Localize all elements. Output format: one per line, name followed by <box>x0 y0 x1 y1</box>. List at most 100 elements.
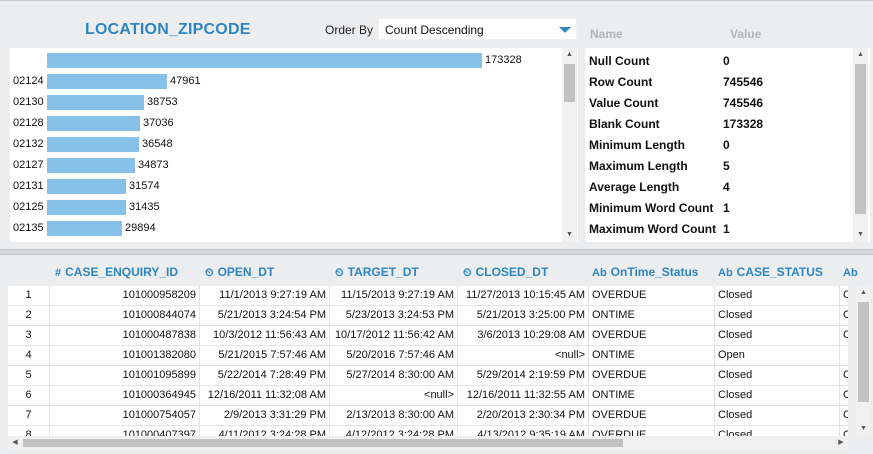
stat-value: 4 <box>723 180 730 194</box>
table-cell-status: Open <box>715 346 840 366</box>
table-cell-target: 5/20/2016 7:57:46 AM <box>330 346 458 366</box>
datetime-type-icon: ⏲ <box>463 267 472 279</box>
scrollbar-thumb[interactable] <box>855 64 866 214</box>
scroll-up-arrow-icon[interactable]: ▲ <box>853 48 868 62</box>
order-by-value: Count Descending <box>385 23 484 37</box>
stat-row: Maximum Length 5 <box>585 155 853 176</box>
table-cell-ontime: OVERDUE <box>589 366 715 386</box>
scroll-down-arrow-icon[interactable]: ▼ <box>856 422 871 436</box>
column-header-label: TARGET_DT <box>347 265 419 279</box>
scroll-up-arrow-icon[interactable]: ▲ <box>856 286 871 300</box>
profile-panel: LOCATION_ZIPCODE Order By Count Descendi… <box>0 0 873 250</box>
table-row[interactable]: 8 101000407397 4/11/2012 3:24:28 PM 4/12/20… <box>8 426 848 436</box>
table-cell-id: 101000364945 <box>50 386 200 406</box>
scrollbar-thumb[interactable] <box>564 64 575 102</box>
column-header[interactable]: ⏲ OPEN_DT <box>205 265 274 280</box>
stat-row: Value Count 745546 <box>585 92 853 113</box>
table-row[interactable]: 2 101000844074 5/21/2013 3:24:54 PM 5/23/20… <box>8 306 848 326</box>
scroll-up-arrow-icon[interactable]: ▲ <box>562 48 577 62</box>
table-cell-id: 101000487838 <box>50 326 200 346</box>
table-cell-status: Closed <box>715 386 840 406</box>
bar-row[interactable]: 02124 47961 <box>10 71 562 92</box>
table-cell-extra: Ca <box>840 326 848 346</box>
scrollbar-thumb[interactable] <box>23 439 623 447</box>
stat-value: 745546 <box>723 75 764 89</box>
bar[interactable] <box>47 74 167 89</box>
table-cell-open: 4/11/2012 3:24:28 PM <box>200 426 330 436</box>
column-header[interactable]: # CASE_ENQUIRY_ID <box>55 265 178 279</box>
table-row[interactable]: 7 101000754057 2/9/2013 3:31:29 PM 2/13/201… <box>8 406 848 426</box>
bar[interactable] <box>47 158 135 173</box>
chevron-down-icon[interactable] <box>559 27 571 33</box>
stat-name: Blank Count <box>589 117 660 131</box>
stats-table: Null Count 0 Row Count 745546 Value Count 745… <box>585 48 870 242</box>
column-header-label: CLOSED_DT <box>475 265 549 279</box>
scroll-left-arrow-icon[interactable]: ◀ <box>8 436 22 450</box>
table-row[interactable]: 1 101000958209 11/1/2013 9:27:19 AM 11/15/2… <box>8 286 848 306</box>
order-by-label: Order By <box>325 23 374 37</box>
grid-horizontal-scrollbar[interactable]: ◀ ▶ <box>8 436 848 450</box>
bar-category-label: 02130 <box>13 96 44 108</box>
bar-row[interactable]: 02131 31574 <box>10 176 562 197</box>
datetime-type-icon: ⏲ <box>205 267 214 279</box>
table-cell-open: 5/21/2013 3:24:54 PM <box>200 306 330 326</box>
table-cell-open: 2/9/2013 3:31:29 PM <box>200 406 330 426</box>
bar[interactable] <box>47 53 482 68</box>
table-cell-target: 5/27/2014 8:30:00 AM <box>330 366 458 386</box>
column-header[interactable]: Ab OnTime_Status <box>592 265 698 279</box>
table-cell-open: 12/16/2011 11:32:08 AM <box>200 386 330 406</box>
table-cell-id: 101000958209 <box>50 286 200 306</box>
stat-name: Minimum Word Count <box>589 201 714 215</box>
bar[interactable] <box>47 179 126 194</box>
bar[interactable] <box>47 200 126 215</box>
bar[interactable] <box>47 95 144 110</box>
stat-name: Value Count <box>589 96 659 110</box>
bar-row[interactable]: 02132 36548 <box>10 134 562 155</box>
table-cell-id: 101000844074 <box>50 306 200 326</box>
table-cell-id: 101000407397 <box>50 426 200 436</box>
value-distribution-chart: 173328 02124 47961 02130 38753 02128 37036 0213… <box>10 48 578 242</box>
stat-name: Maximum Length <box>589 159 688 173</box>
column-header[interactable]: ⏲ CLOSED_DT <box>463 265 548 280</box>
table-row[interactable]: 3 101000487838 10/3/2012 11:56:43 AM 10/17/… <box>8 326 848 346</box>
bar[interactable] <box>47 137 139 152</box>
table-cell-closed: 11/27/2013 10:15:45 AM <box>458 286 589 306</box>
table-cell-id: 101001095899 <box>50 366 200 386</box>
scroll-right-arrow-icon[interactable]: ▶ <box>834 436 848 450</box>
column-header[interactable]: ⏲ TARGET_DT <box>335 265 419 280</box>
table-cell-status: Closed <box>715 326 840 346</box>
bar-row[interactable]: 02128 37036 <box>10 113 562 134</box>
table-cell-target: 4/12/2012 3:24:28 PM <box>330 426 458 436</box>
stats-scrollbar[interactable]: ▲ ▼ <box>853 48 868 242</box>
table-cell-n: 5 <box>8 366 50 386</box>
bar-row[interactable]: 02127 34873 <box>10 155 562 176</box>
table-row[interactable]: 4 101001382080 5/21/2015 7:57:46 AM 5/20/20… <box>8 346 848 366</box>
bar-row[interactable]: 02130 38753 <box>10 92 562 113</box>
stat-value: 0 <box>723 54 730 68</box>
text-type-icon: Ab <box>718 267 733 279</box>
table-row[interactable]: 5 101001095899 5/22/2014 7:28:49 PM 5/27/20… <box>8 366 848 386</box>
table-row[interactable]: 6 101000364945 12/16/2011 11:32:08 AM <null… <box>8 386 848 406</box>
scroll-down-arrow-icon[interactable]: ▼ <box>853 228 868 242</box>
bar[interactable] <box>47 221 122 236</box>
bar-category-label: 02131 <box>13 180 44 192</box>
table-cell-ontime: ONTIME <box>589 386 715 406</box>
grid-vertical-scrollbar[interactable]: ▲ ▼ <box>856 286 871 436</box>
bar-row[interactable]: 02125 31435 <box>10 197 562 218</box>
table-cell-target: 11/15/2013 9:27:19 AM <box>330 286 458 306</box>
scrollbar-thumb[interactable] <box>858 302 869 402</box>
chart-scrollbar[interactable]: ▲ ▼ <box>562 48 577 242</box>
column-header[interactable]: Ab CASE_STATUS <box>718 265 823 279</box>
table-cell-target: 10/17/2012 11:56:42 AM <box>330 326 458 346</box>
order-by-dropdown[interactable]: Count Descending <box>378 18 577 40</box>
bar-row[interactable]: 173328 <box>10 50 562 71</box>
bar-value-label: 34873 <box>138 159 169 171</box>
stat-row: Average Length 4 <box>585 176 853 197</box>
scroll-down-arrow-icon[interactable]: ▼ <box>562 228 577 242</box>
bar[interactable] <box>47 116 140 131</box>
table-cell-ontime: OVERDUE <box>589 286 715 306</box>
column-header[interactable]: Ab <box>843 265 862 279</box>
bar-row[interactable]: 02135 29894 <box>10 218 562 239</box>
table-cell-extra: Ca <box>840 286 848 306</box>
table-cell-extra: Ca <box>840 406 848 426</box>
